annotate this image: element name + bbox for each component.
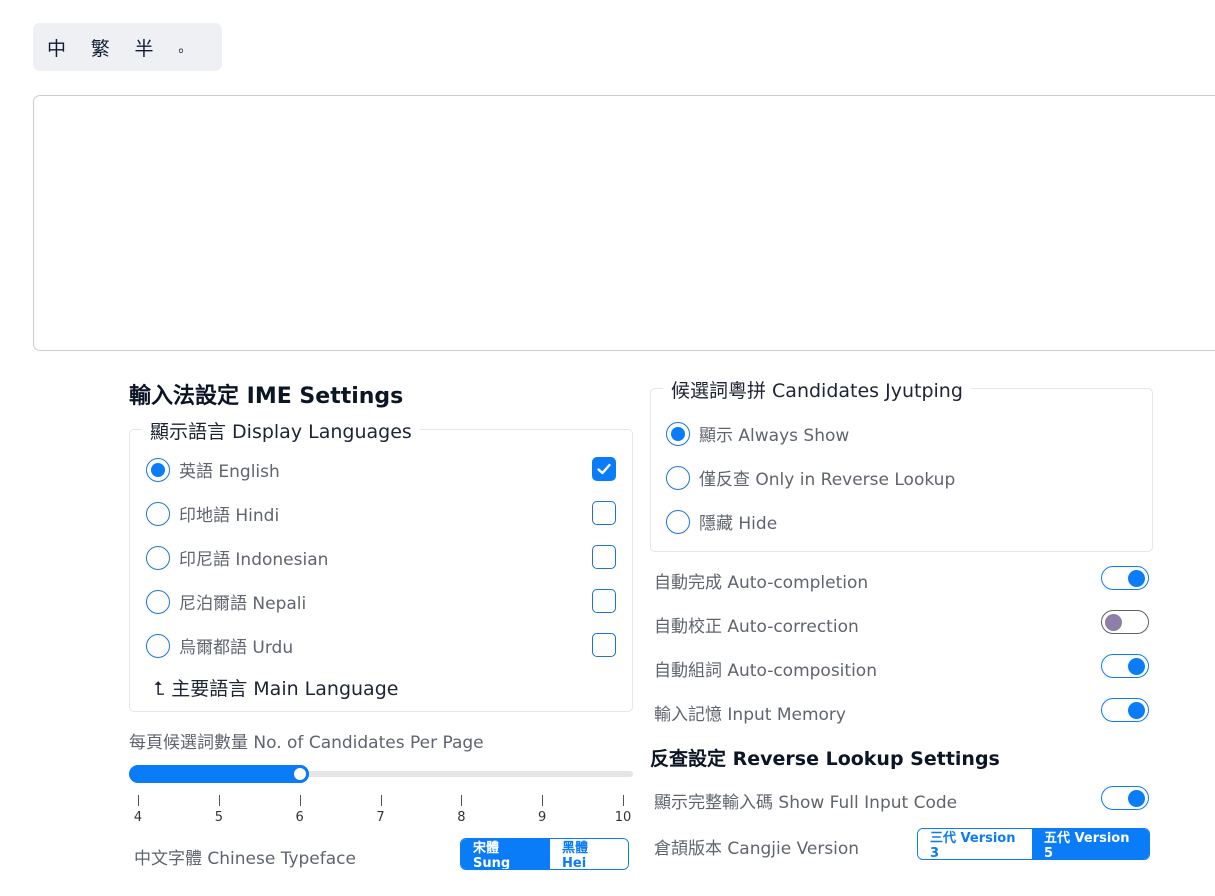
display-nepali-checkbox[interactable] (592, 589, 616, 613)
toggle-knob (1105, 614, 1122, 631)
slider-tick (138, 795, 139, 806)
main-language-radio[interactable] (146, 457, 170, 482)
language-label: 印地語 Hindi (179, 506, 280, 526)
toggle-knob (1128, 658, 1145, 675)
jyutping-option-label: 僅反查 Only in Reverse Lookup (699, 470, 956, 490)
main-language-caption: ⮤ 主要語言 Main Language (154, 678, 399, 700)
slider-tick (218, 795, 220, 806)
language-label: 尼泊爾語 Nepali (179, 594, 307, 614)
language-row-indonesian[interactable]: 印尼語 Indonesian (146, 545, 328, 570)
display-languages-legend: 顯示語言 Display Languages (142, 417, 420, 444)
typeface-selector: 宋體 Sung 黑體 Hei (460, 838, 629, 870)
traditional-mode-button[interactable]: 繁 (91, 23, 135, 71)
cangjie-version-selector: 三代 Version 3 五代 Version 5 (917, 828, 1150, 860)
candidates-per-page-label: 每頁候選詞數量 No. of Candidates Per Page (129, 733, 484, 753)
full-input-code-toggle[interactable] (1101, 786, 1149, 810)
language-row-english[interactable]: 英語 English (146, 457, 280, 482)
slider-thumb[interactable] (290, 765, 309, 783)
auto-completion-label: 自動完成 Auto-completion (654, 573, 869, 593)
reverse-lookup-title: 反查設定 Reverse Lookup Settings (650, 748, 1000, 770)
jyutping-radio[interactable] (666, 509, 690, 534)
slider-tick-label: 6 (295, 810, 304, 825)
slider-tick (380, 795, 382, 806)
auto-correction-toggle[interactable] (1101, 610, 1149, 634)
slider-tick-label: 7 (376, 810, 385, 825)
jyutping-legend: 候選詞粵拼 Candidates Jyutping (663, 376, 971, 403)
full-input-code-label: 顯示完整輸入碼 Show Full Input Code (654, 793, 958, 813)
slider-tick-label: 8 (457, 810, 466, 825)
toggle-knob (1128, 570, 1145, 587)
cangjie-v5-option[interactable]: 五代 Version 5 (1032, 829, 1149, 859)
main-language-radio[interactable] (146, 545, 170, 570)
display-english-checkbox[interactable] (592, 457, 616, 481)
toggle-knob (1128, 790, 1145, 807)
slider-tick (542, 795, 544, 806)
slider-tick (461, 795, 463, 806)
cangjie-v3-option[interactable]: 三代 Version 3 (918, 829, 1032, 859)
auto-correction-label: 自動校正 Auto-correction (654, 617, 859, 637)
jyutping-option-hide[interactable]: 隱藏 Hide (666, 509, 777, 534)
slider-fill (129, 765, 309, 783)
auto-composition-toggle[interactable] (1101, 654, 1149, 678)
slider-tick-label: 10 (614, 810, 632, 825)
input-mode-toolbar: 中 繁 半 。 (33, 23, 222, 71)
display-urdu-checkbox[interactable] (592, 633, 616, 657)
main-language-radio[interactable] (146, 501, 170, 526)
chinese-mode-button[interactable]: 中 (47, 23, 91, 71)
slider-tick-label: 4 (133, 810, 143, 825)
slider-tick (299, 795, 301, 806)
slider-tick (623, 795, 624, 806)
language-label: 英語 English (179, 462, 280, 482)
language-row-hindi[interactable]: 印地語 Hindi (146, 501, 279, 526)
typeface-hei-option[interactable]: 黑體 Hei (549, 839, 628, 869)
main-language-radio[interactable] (146, 633, 170, 658)
language-row-nepali[interactable]: 尼泊爾語 Nepali (146, 589, 306, 614)
jyutping-option-label: 隱藏 Hide (699, 514, 778, 534)
ime-settings-title: 輸入法設定 IME Settings (129, 384, 404, 409)
jyutping-radio[interactable] (666, 421, 690, 446)
typeface-sung-option[interactable]: 宋體 Sung (461, 839, 549, 869)
typeface-label: 中文字體 Chinese Typeface (134, 849, 356, 869)
jyutping-radio[interactable] (666, 465, 690, 490)
punctuation-button[interactable]: 。 (178, 23, 222, 71)
auto-completion-toggle[interactable] (1101, 566, 1149, 590)
language-row-urdu[interactable]: 烏爾都語 Urdu (146, 633, 293, 658)
language-label: 烏爾都語 Urdu (179, 638, 294, 658)
input-memory-label: 輸入記憶 Input Memory (654, 705, 846, 725)
candidates-slider[interactable] (129, 765, 633, 783)
jyutping-option-always[interactable]: 顯示 Always Show (666, 421, 849, 446)
text-input-area[interactable] (33, 95, 1215, 351)
auto-composition-label: 自動組詞 Auto-composition (654, 661, 877, 681)
jyutping-option-reverse[interactable]: 僅反查 Only in Reverse Lookup (666, 465, 955, 490)
slider-tick-label: 5 (214, 810, 223, 825)
display-hindi-checkbox[interactable] (592, 501, 616, 525)
toggle-knob (1128, 702, 1145, 719)
language-label: 印尼語 Indonesian (179, 550, 329, 570)
cangjie-version-label: 倉頡版本 Cangjie Version (654, 839, 860, 859)
input-memory-toggle[interactable] (1101, 698, 1149, 722)
jyutping-option-label: 顯示 Always Show (699, 426, 850, 446)
main-language-radio[interactable] (146, 589, 170, 614)
display-indonesian-checkbox[interactable] (592, 545, 616, 569)
checkmark-icon (597, 463, 611, 475)
slider-tick-label: 9 (538, 810, 547, 825)
half-width-button[interactable]: 半 (135, 23, 179, 71)
